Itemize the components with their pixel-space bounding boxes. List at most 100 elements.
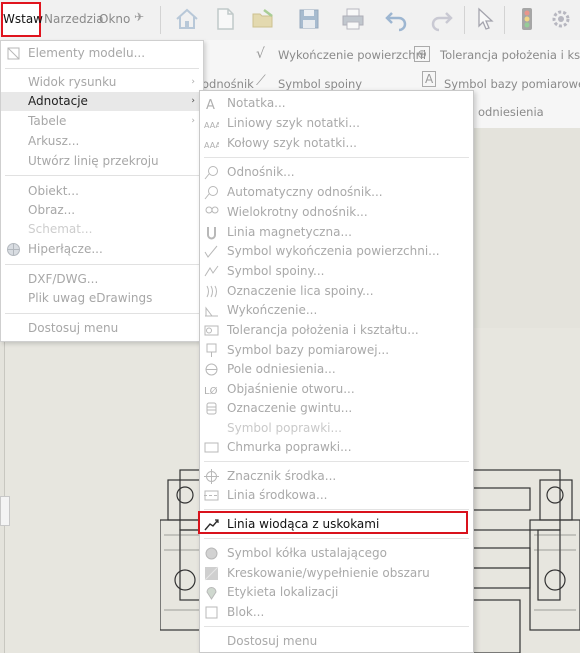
- weld-symbol-icon[interactable]: ⟋: [256, 73, 266, 89]
- menu-item-dxf-dwg[interactable]: DXF/DWG...: [1, 270, 203, 289]
- submenu-item-area-hatch[interactable]: Kreskowanie/wypełnienie obszaru: [200, 563, 473, 583]
- submenu-item-datum-feature[interactable]: Symbol bazy pomiarowej...: [200, 340, 473, 360]
- menu-item-tables[interactable]: Tabele ›: [1, 112, 203, 131]
- submenu-item-stacked-balloon[interactable]: Wielokrotny odnośnik...: [200, 202, 473, 222]
- auto-balloon-icon: [204, 186, 218, 200]
- toolbar-separator: [504, 6, 505, 34]
- submenu-item-hole-callout[interactable]: LØ Objaśnienie otworu...: [200, 379, 473, 399]
- submenu-item-note[interactable]: A Notatka...: [200, 93, 473, 113]
- menu-okno[interactable]: Okno: [99, 12, 130, 26]
- surface-finish-icon: [204, 245, 218, 258]
- ribbon-weld-symbol[interactable]: Symbol spoiny: [278, 77, 362, 91]
- submenu-item-customize-menu[interactable]: Dostosuj menu: [200, 631, 473, 651]
- linear-note-pattern-icon: AAA: [204, 121, 219, 130]
- menu-separator: [5, 68, 199, 69]
- menu-item-customize-menu[interactable]: Dostosuj menu: [1, 319, 203, 338]
- save-icon[interactable]: [296, 6, 322, 32]
- submenu-item-location-label[interactable]: Etykieta lokalizacji: [200, 582, 473, 602]
- menu-separator: [5, 264, 199, 265]
- ribbon-datum-feature[interactable]: Symbol bazy pomiarowej: [444, 77, 580, 91]
- circular-note-pattern-icon: AAA: [204, 141, 219, 150]
- center-mark-icon: [204, 469, 219, 484]
- hyperlink-globe-icon: [7, 243, 20, 256]
- finish-icon: [205, 306, 218, 317]
- magnetic-line-icon: [207, 227, 216, 240]
- submenu-item-circular-note-pattern[interactable]: AAA Kołowy szyk notatki...: [200, 133, 473, 153]
- menu-item-sheet[interactable]: Arkusz...: [1, 132, 203, 151]
- menu-item-section-line[interactable]: Utwórz linię przekroju: [1, 152, 203, 171]
- menu-separator: [5, 175, 199, 176]
- submenu-item-balloon[interactable]: Odnośnik...: [200, 162, 473, 182]
- submenu-item-dowel-pin[interactable]: Symbol kółka ustalającego: [200, 543, 473, 563]
- revision-cloud-icon: [204, 442, 219, 453]
- submenu-item-center-mark[interactable]: Znacznik środka...: [200, 466, 473, 486]
- menu-narzedzia[interactable]: Narzedzia: [44, 12, 104, 26]
- hole-callout-icon: LØ: [204, 385, 218, 397]
- surface-finish-icon[interactable]: √: [256, 46, 265, 62]
- submenu-item-magnetic-line[interactable]: Linia magnetyczna...: [200, 222, 473, 242]
- submenu-item-auto-balloon[interactable]: Automatyczny odnośnik...: [200, 182, 473, 202]
- datum-feature-icon: [206, 343, 217, 357]
- menu-bar: Wstaw Narzedzia Okno ✈: [0, 0, 580, 41]
- submenu-item-cosmetic-thread[interactable]: Oznaczenie gwintu...: [200, 398, 473, 418]
- toolbar-separator: [160, 6, 161, 34]
- ribbon-datum-target[interactable]: odniesienia: [478, 105, 544, 119]
- annotations-submenu: A Notatka... AAA Liniowy szyk notatki...…: [199, 90, 474, 653]
- redo-icon[interactable]: [428, 6, 454, 32]
- ribbon-tolerance[interactable]: Tolerancja położenia i kształt: [440, 48, 580, 62]
- open-folder-icon[interactable]: [250, 6, 276, 32]
- datum-target-icon: [205, 363, 218, 376]
- svg-text:A: A: [206, 98, 215, 111]
- toolbar-separator: [464, 6, 465, 34]
- balloon-icon: [204, 166, 218, 180]
- pin-icon[interactable]: ✈: [134, 10, 144, 24]
- submenu-item-block[interactable]: Blok...: [200, 602, 473, 622]
- submenu-arrow-icon: ›: [191, 116, 195, 126]
- ribbon-surface-finish[interactable]: Wykończenie powierzchni: [278, 48, 426, 62]
- submenu-item-weld-bead[interactable]: Oznaczenie lica spoiny...: [200, 281, 473, 301]
- print-icon[interactable]: [340, 6, 366, 32]
- new-document-icon[interactable]: [212, 6, 238, 32]
- submenu-item-revision-symbol[interactable]: Symbol poprawki...: [200, 418, 473, 438]
- location-label-icon: [206, 587, 217, 600]
- menu-separator: [204, 538, 469, 539]
- menu-wstaw[interactable]: Wstaw: [1, 2, 43, 37]
- dowel-pin-icon: [205, 547, 218, 560]
- menu-item-drawing-view[interactable]: Widok rysunku ›: [1, 73, 203, 92]
- menu-item-schematic[interactable]: Schemat...: [1, 220, 203, 239]
- menu-item-edrawings-markup[interactable]: Plik uwag eDrawings: [1, 289, 203, 308]
- insert-menu-dropdown: Elementy modelu... Widok rysunku › Adnota…: [0, 40, 204, 342]
- options-gear-icon[interactable]: [548, 6, 574, 32]
- geometric-tolerance-icon: [204, 325, 219, 336]
- select-cursor-icon[interactable]: [472, 6, 498, 32]
- undo-icon[interactable]: [384, 6, 410, 32]
- weld-symbol-icon: [204, 265, 219, 277]
- svg-text:AAA: AAA: [204, 121, 219, 130]
- submenu-item-geometric-tolerance[interactable]: Tolerancja położenia i kształtu...: [200, 320, 473, 340]
- side-panel-handle[interactable]: [0, 496, 10, 526]
- submenu-item-datum-target[interactable]: Pole odniesienia...: [200, 359, 473, 379]
- traffic-light-icon[interactable]: [514, 6, 540, 32]
- submenu-item-weld-symbol[interactable]: Symbol spoiny...: [200, 261, 473, 281]
- menu-item-picture[interactable]: Obraz...: [1, 201, 203, 220]
- submenu-item-finish[interactable]: Wykończenie...: [200, 300, 473, 320]
- menu-separator: [204, 461, 469, 462]
- ribbon-balloon[interactable]: odnośnik: [202, 77, 254, 91]
- datum-icon[interactable]: A: [422, 71, 437, 87]
- weld-bead-icon: [206, 285, 217, 298]
- submenu-item-linear-note-pattern[interactable]: AAA Liniowy szyk notatki...: [200, 113, 473, 133]
- submenu-item-surface-finish[interactable]: Symbol wykończenia powierzchni...: [200, 241, 473, 261]
- menu-item-object[interactable]: Obiekt...: [1, 182, 203, 201]
- area-hatch-icon: [204, 566, 219, 581]
- tolerance-icon[interactable]: ⊕: [414, 46, 431, 62]
- menu-item-annotations[interactable]: Adnotacje ›: [1, 92, 203, 111]
- submenu-item-revision-cloud[interactable]: Chmurka poprawki...: [200, 437, 473, 457]
- centerline-icon: [204, 490, 219, 501]
- menu-item-model-items[interactable]: Elementy modelu...: [1, 44, 203, 63]
- home-icon[interactable]: [174, 6, 200, 32]
- menu-item-hyperlink[interactable]: Hiperłącze...: [1, 240, 203, 259]
- model-items-icon: [7, 47, 20, 60]
- menu-separator: [204, 626, 469, 627]
- stacked-balloon-icon: [205, 206, 219, 214]
- submenu-item-centerline[interactable]: Linia środkowa...: [200, 485, 473, 505]
